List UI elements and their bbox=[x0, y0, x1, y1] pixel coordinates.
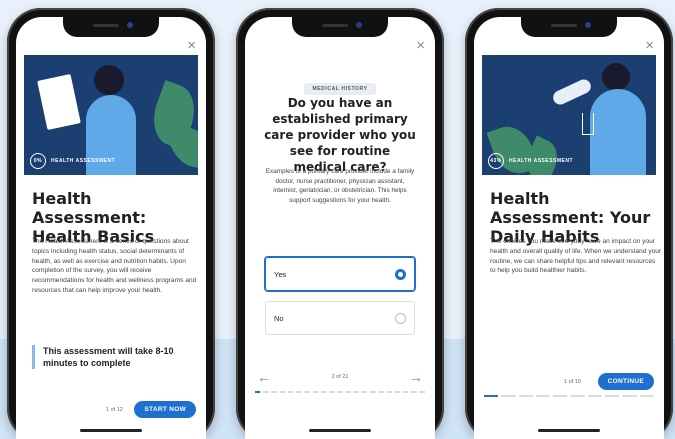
progress-bar bbox=[255, 391, 425, 393]
phone-notch bbox=[292, 17, 388, 37]
progress-percent: 43% bbox=[488, 153, 504, 169]
option-no[interactable]: No bbox=[265, 301, 415, 335]
pager: 1 of 12 bbox=[106, 406, 123, 413]
continue-button[interactable]: CONTINUE bbox=[597, 373, 654, 390]
home-indicator bbox=[538, 429, 600, 432]
progress-bar bbox=[484, 395, 654, 397]
screen-medical-history: × MEDICAL HISTORY Do you have an establi… bbox=[245, 17, 435, 439]
forward-arrow-icon[interactable]: → bbox=[409, 369, 423, 385]
back-arrow-icon[interactable]: ← bbox=[257, 369, 271, 385]
start-now-button[interactable]: START NOW bbox=[134, 401, 196, 418]
radio-empty-icon bbox=[395, 312, 406, 324]
pager: 2 of 21 bbox=[331, 374, 349, 380]
close-icon[interactable]: × bbox=[187, 37, 196, 54]
question-help-text: Examples of a primary care provider incl… bbox=[265, 168, 415, 204]
option-label: Yes bbox=[274, 269, 287, 279]
option-yes[interactable]: Yes bbox=[265, 257, 415, 291]
radio-selected-icon bbox=[395, 268, 406, 280]
screen-health-basics: × 0% HEALTH ASSESSMENT Health Assessment… bbox=[16, 17, 206, 439]
phone-frame-1: × 0% HEALTH ASSESSMENT Health Assessment… bbox=[7, 8, 215, 439]
bottle-icon bbox=[550, 77, 594, 107]
screen-daily-habits: × 43% HEALTH ASSESSMENT Health Assessmen… bbox=[474, 17, 664, 439]
phone-frame-3: × 43% HEALTH ASSESSMENT Health Assessmen… bbox=[465, 8, 673, 439]
home-indicator bbox=[309, 429, 371, 432]
body-text: The choices you make everyday have an im… bbox=[490, 238, 662, 275]
section-tag: MEDICAL HISTORY bbox=[304, 83, 376, 95]
phone-notch bbox=[63, 17, 159, 37]
close-icon[interactable]: × bbox=[645, 37, 654, 54]
clipboard-icon bbox=[37, 74, 81, 130]
hero-illustration: 43% HEALTH ASSESSMENT bbox=[482, 55, 656, 175]
progress-badge: 0% HEALTH ASSESSMENT bbox=[30, 153, 115, 169]
phone-notch bbox=[521, 17, 617, 37]
badge-label: HEALTH ASSESSMENT bbox=[51, 158, 116, 164]
close-icon[interactable]: × bbox=[416, 37, 425, 54]
badge-label: HEALTH ASSESSMENT bbox=[509, 158, 574, 164]
duration-note: This assessment will take 8-10 minutes t… bbox=[32, 345, 200, 369]
option-label: No bbox=[274, 313, 284, 323]
progress-percent: 0% bbox=[30, 153, 46, 169]
question-text: Do you have an established primary care … bbox=[264, 96, 416, 174]
glass-icon bbox=[582, 113, 594, 135]
hero-illustration: 0% HEALTH ASSESSMENT bbox=[24, 55, 198, 175]
body-text: The Health Assessment is a series of que… bbox=[32, 238, 197, 294]
pager: 1 of 10 bbox=[564, 378, 581, 385]
progress-badge: 43% HEALTH ASSESSMENT bbox=[488, 153, 573, 169]
home-indicator bbox=[80, 429, 142, 432]
phone-frame-2: × MEDICAL HISTORY Do you have an establi… bbox=[236, 8, 444, 439]
